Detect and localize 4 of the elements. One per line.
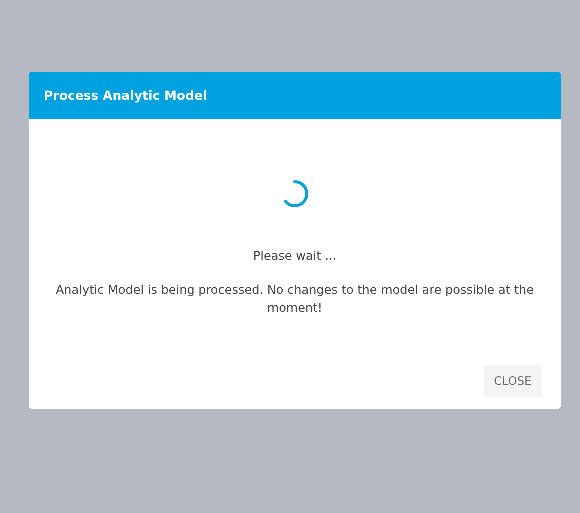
status-text: Please wait ... [253, 249, 337, 263]
dialog-title: Process Analytic Model [44, 88, 208, 103]
message-text: Analytic Model is being processed. No changes to the model are possible at the moment! [54, 282, 536, 317]
close-button[interactable]: CLOSE [484, 365, 542, 397]
